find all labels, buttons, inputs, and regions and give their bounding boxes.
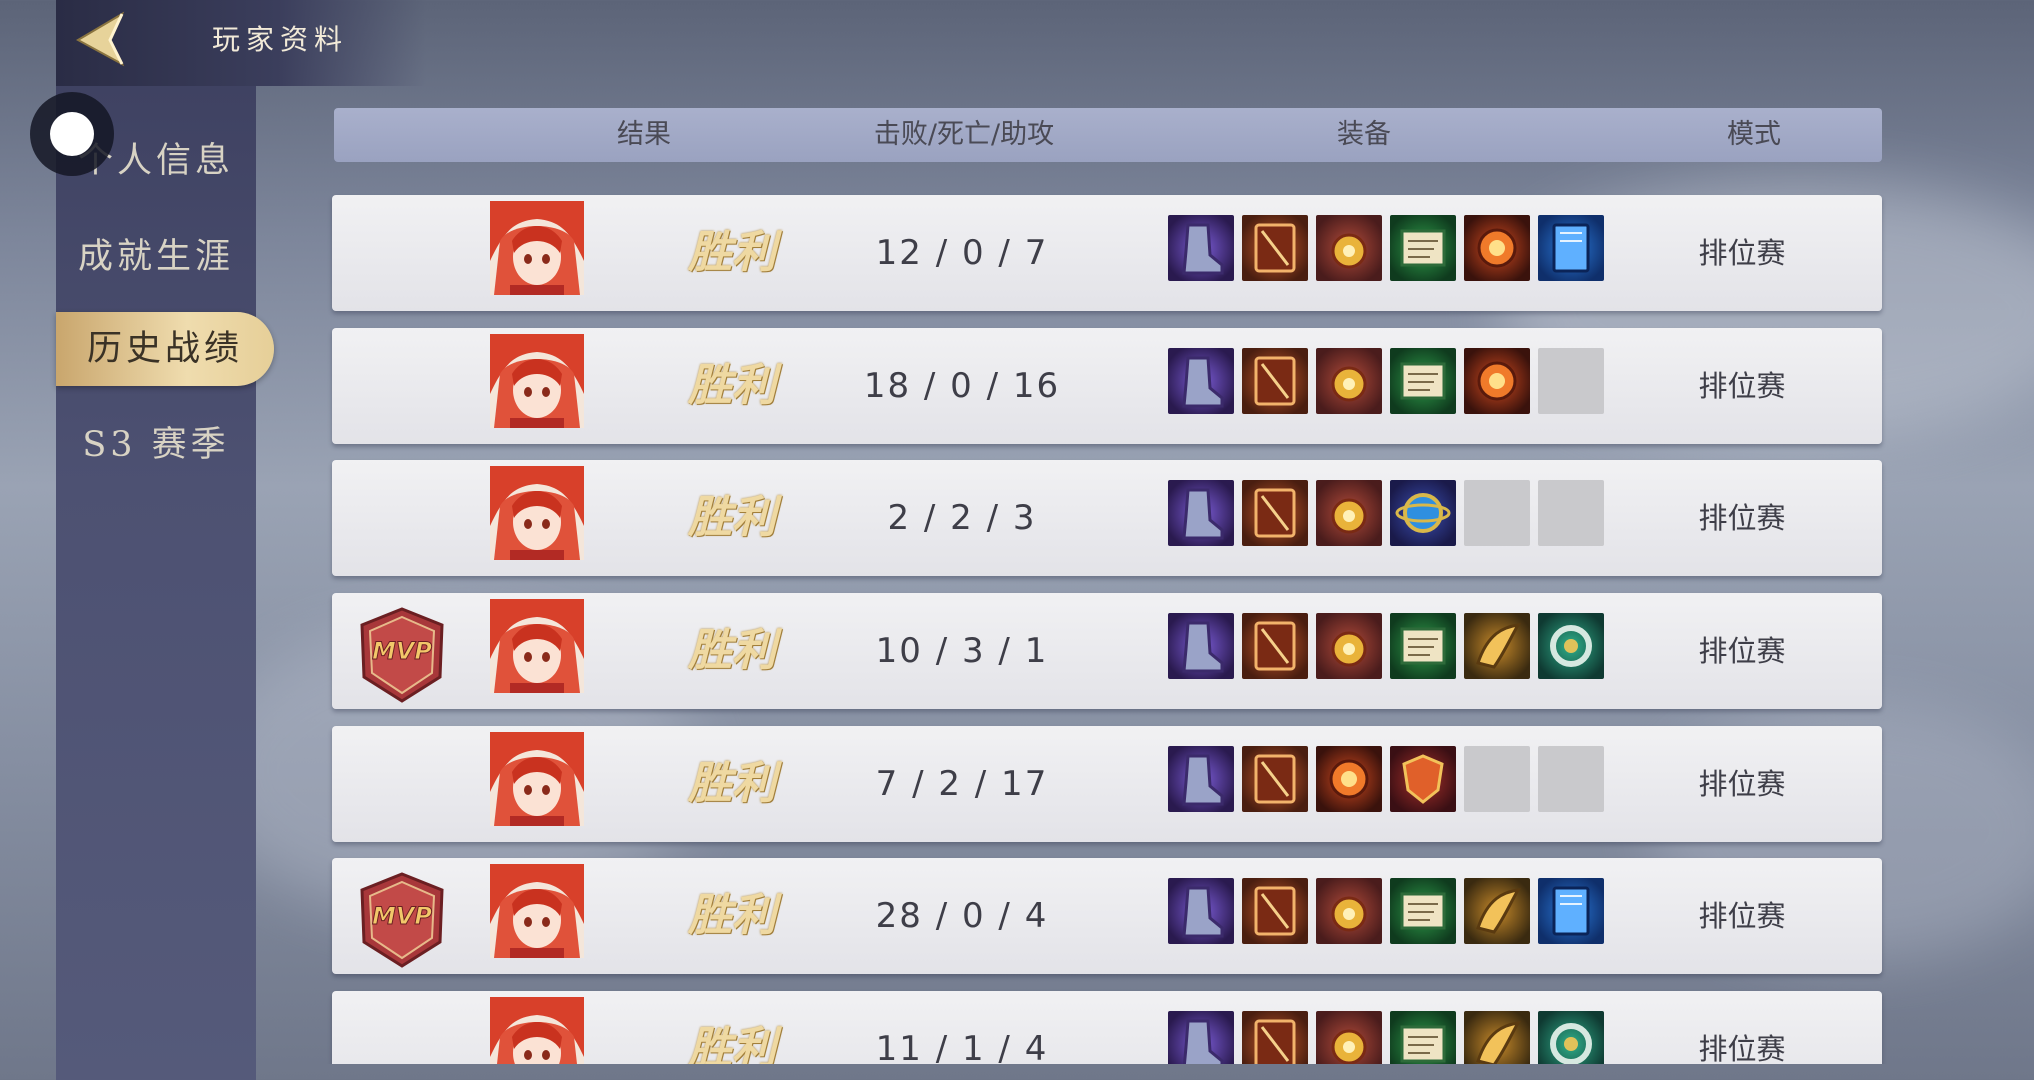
fire-orb-item-icon[interactable] — [1464, 348, 1530, 414]
hero-portrait-icon — [490, 599, 584, 693]
boots-item-icon[interactable] — [1168, 348, 1234, 414]
tome-item-icon[interactable] — [1242, 878, 1308, 944]
match-result: 胜利 — [688, 625, 776, 676]
mvp-badge: MVP — [356, 872, 448, 968]
scroll-item-icon[interactable] — [1390, 348, 1456, 414]
game-mode: 排位赛 — [1698, 369, 1786, 403]
hero-portrait — [490, 334, 584, 428]
boots-item-icon[interactable] — [1168, 1011, 1234, 1064]
match-row[interactable]: 胜利 2 / 2 / 3 排位赛 — [332, 460, 1882, 576]
book-item-icon[interactable] — [1538, 878, 1604, 944]
kda-stats: 12 / 0 / 7 — [875, 233, 1049, 273]
match-result: 胜利 — [688, 492, 776, 543]
empty-item-slot[interactable] — [1538, 348, 1604, 414]
match-row[interactable]: 胜利 12 / 0 / 7 排位赛 — [332, 195, 1882, 311]
orb-item-icon[interactable] — [1316, 480, 1382, 546]
kda-stats: 2 / 2 / 3 — [887, 498, 1037, 538]
hero-portrait-icon — [490, 201, 584, 295]
claw-item-icon[interactable] — [1464, 613, 1530, 679]
equipment-list — [1168, 215, 1604, 283]
tome-item-icon[interactable] — [1242, 348, 1308, 414]
ring-item-icon[interactable] — [1538, 613, 1604, 679]
game-mode: 排位赛 — [1698, 1032, 1786, 1064]
game-mode: 排位赛 — [1698, 236, 1786, 270]
mvp-badge: MVP — [356, 607, 448, 703]
match-row[interactable]: MVP 胜利 10 / 3 / 1 排位赛 — [332, 593, 1882, 709]
claw-item-icon[interactable] — [1464, 878, 1530, 944]
boots-item-icon[interactable] — [1168, 613, 1234, 679]
tome-item-icon[interactable] — [1242, 480, 1308, 546]
hero-portrait — [490, 201, 584, 295]
match-row[interactable]: MVP 胜利 28 / 0 / 4 排位赛 — [332, 858, 1882, 974]
claw-item-icon[interactable] — [1464, 1011, 1530, 1064]
match-row[interactable]: 胜利 11 / 1 / 4 排位赛 — [332, 991, 1882, 1064]
fire-orb-item-icon[interactable] — [1316, 746, 1382, 812]
match-result: 胜利 — [688, 890, 776, 941]
game-mode: 排位赛 — [1698, 899, 1786, 933]
boots-item-icon[interactable] — [1168, 215, 1234, 281]
empty-item-slot[interactable] — [1464, 480, 1530, 546]
hero-portrait — [490, 864, 584, 958]
equipment-list — [1168, 348, 1604, 416]
hero-portrait-icon — [490, 334, 584, 428]
tome-item-icon[interactable] — [1242, 1011, 1308, 1064]
game-mode: 排位赛 — [1698, 634, 1786, 668]
game-mode: 排位赛 — [1698, 767, 1786, 801]
boots-item-icon[interactable] — [1168, 480, 1234, 546]
ring-item-icon[interactable] — [1538, 1011, 1604, 1064]
equipment-list — [1168, 613, 1604, 681]
kda-stats: 11 / 1 / 4 — [875, 1029, 1049, 1064]
hero-portrait — [490, 997, 584, 1064]
tome-item-icon[interactable] — [1242, 613, 1308, 679]
kda-stats: 7 / 2 / 17 — [875, 764, 1049, 804]
globe-item-icon[interactable] — [1390, 480, 1456, 546]
orb-item-icon[interactable] — [1316, 215, 1382, 281]
equipment-list — [1168, 480, 1604, 548]
equipment-list — [1168, 746, 1604, 814]
match-result: 胜利 — [688, 227, 776, 278]
scroll-item-icon[interactable] — [1390, 878, 1456, 944]
book-item-icon[interactable] — [1538, 215, 1604, 281]
shield-item-icon[interactable] — [1390, 746, 1456, 812]
empty-item-slot[interactable] — [1538, 746, 1604, 812]
mvp-badge-icon: MVP — [360, 607, 444, 703]
tome-item-icon[interactable] — [1242, 746, 1308, 812]
match-result: 胜利 — [688, 1023, 776, 1064]
tome-item-icon[interactable] — [1242, 215, 1308, 281]
svg-text:MVP: MVP — [372, 637, 432, 665]
scroll-item-icon[interactable] — [1390, 613, 1456, 679]
empty-item-slot[interactable] — [1538, 480, 1604, 546]
svg-text:MVP: MVP — [372, 902, 432, 930]
hero-portrait-icon — [490, 732, 584, 826]
scroll-item-icon[interactable] — [1390, 215, 1456, 281]
hero-portrait — [490, 599, 584, 693]
match-row[interactable]: 胜利 7 / 2 / 17 排位赛 — [332, 726, 1882, 842]
match-list: 胜利 12 / 0 / 7 排位赛 胜利 18 / 0 / 16 排位赛 胜利 2 / … — [0, 0, 2034, 1064]
orb-item-icon[interactable] — [1316, 878, 1382, 944]
match-result: 胜利 — [688, 360, 776, 411]
kda-stats: 28 / 0 / 4 — [875, 896, 1049, 936]
scroll-item-icon[interactable] — [1390, 1011, 1456, 1064]
mvp-badge-icon: MVP — [360, 872, 444, 968]
kda-stats: 18 / 0 / 16 — [863, 366, 1061, 406]
hero-portrait-icon — [490, 997, 584, 1064]
hero-portrait — [490, 466, 584, 560]
match-result: 胜利 — [688, 758, 776, 809]
game-mode: 排位赛 — [1698, 501, 1786, 535]
empty-item-slot[interactable] — [1464, 746, 1530, 812]
hero-portrait — [490, 732, 584, 826]
equipment-list — [1168, 878, 1604, 946]
orb-item-icon[interactable] — [1316, 613, 1382, 679]
hero-portrait-icon — [490, 864, 584, 958]
fire-orb-item-icon[interactable] — [1464, 215, 1530, 281]
hero-portrait-icon — [490, 466, 584, 560]
orb-item-icon[interactable] — [1316, 348, 1382, 414]
boots-item-icon[interactable] — [1168, 746, 1234, 812]
kda-stats: 10 / 3 / 1 — [875, 631, 1049, 671]
equipment-list — [1168, 1011, 1604, 1064]
match-row[interactable]: 胜利 18 / 0 / 16 排位赛 — [332, 328, 1882, 444]
boots-item-icon[interactable] — [1168, 878, 1234, 944]
orb-item-icon[interactable] — [1316, 1011, 1382, 1064]
